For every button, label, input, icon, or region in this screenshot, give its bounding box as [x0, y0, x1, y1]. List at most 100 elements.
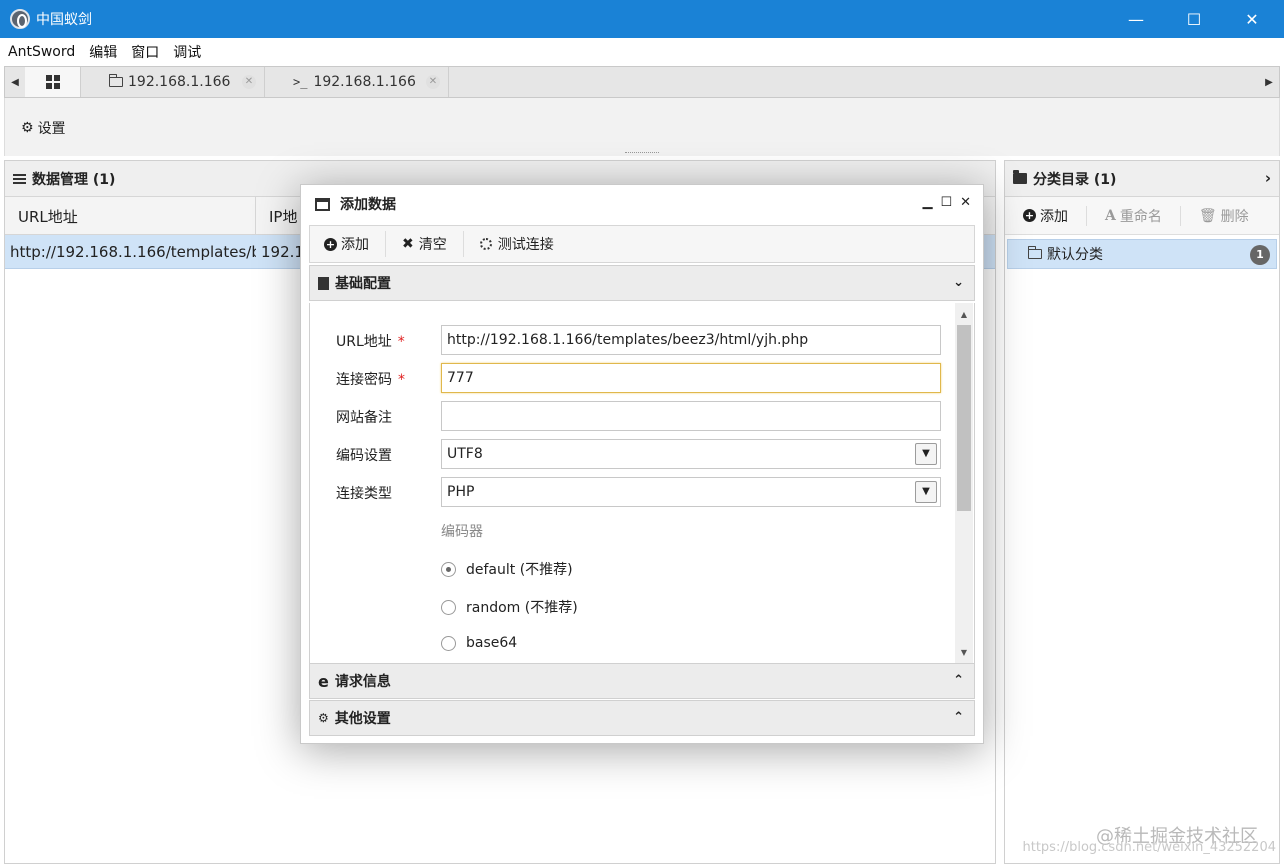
rename-category-button[interactable]: A 重命名 [1105, 206, 1162, 226]
data-panel-title: 数据管理 (1) [32, 171, 116, 188]
tab-close-icon[interactable]: ✕ [426, 75, 440, 89]
column-header-url[interactable]: URL地址 [5, 197, 256, 235]
document-icon [318, 276, 329, 290]
ie-icon: e [318, 671, 329, 691]
clear-button[interactable]: ✖ 清空 [402, 231, 464, 257]
folder-icon [109, 74, 123, 87]
radio-icon[interactable] [441, 635, 456, 651]
chevron-up-icon: ⌃ [953, 710, 964, 725]
dialog-title: 添加数据 [340, 197, 396, 213]
settings-label: 设置 [37, 121, 66, 137]
tab-file-manager[interactable]: 192.168.1.166 ✕ [81, 67, 265, 97]
section-other-settings[interactable]: ⚙ 其他设置 ⌃ [309, 700, 975, 736]
encoder-option-label: base64 [466, 635, 518, 651]
dialog-close-icon[interactable]: ✕ [960, 195, 971, 210]
section-basic-config[interactable]: 基础配置 ⌄ [309, 265, 975, 301]
font-icon: A [1105, 207, 1116, 224]
chevron-up-icon: ⌃ [953, 673, 964, 688]
add-button[interactable]: + 添加 [324, 231, 386, 257]
add-category-label: 添加 [1040, 208, 1068, 225]
type-select[interactable]: PHP ▼ [441, 477, 941, 507]
dialog-title-bar[interactable]: 添加数据 ▁ ☐ ✕ [301, 185, 983, 223]
tab-bar: ◀ 192.168.1.166 ✕ >_ 192.168.1.166 ✕ ▶ [4, 66, 1280, 98]
encoder-option-default[interactable]: default (不推荐) [441, 559, 573, 579]
url-input[interactable]: http://192.168.1.166/templates/beez3/htm… [441, 325, 941, 355]
password-label: 连接密码 * [336, 372, 405, 388]
settings-button[interactable]: ⚙ 设置 [21, 118, 66, 138]
encoder-option-label: random (不推荐) [466, 600, 578, 616]
category-panel-title: 分类目录 (1) [1033, 171, 1117, 188]
encoder-option-base64[interactable]: base64 [441, 635, 517, 651]
category-item-label: 默认分类 [1047, 247, 1103, 263]
menu-edit[interactable]: 编辑 [89, 42, 117, 62]
title-bar: 中国蚁剑 — ☐ ✕ [0, 0, 1284, 38]
form-row-password: 连接密码 * 777 [310, 363, 956, 393]
form-row-note: 网站备注 [310, 401, 956, 431]
test-connection-button[interactable]: 测试连接 [479, 231, 570, 257]
form-row-url: URL地址 * http://192.168.1.166/templates/be… [310, 325, 956, 355]
maximize-button[interactable]: ☐ [1166, 0, 1222, 38]
chevron-down-icon[interactable]: ▼ [915, 481, 937, 503]
type-value: PHP [447, 484, 475, 500]
delete-category-button[interactable]: 🗑 删除 [1199, 206, 1249, 226]
close-button[interactable]: ✕ [1224, 0, 1280, 38]
x-icon: ✖ [402, 236, 414, 252]
tab-terminal[interactable]: >_ 192.168.1.166 ✕ [265, 67, 449, 97]
type-label: 连接类型 [336, 486, 392, 502]
encoding-value: UTF8 [447, 446, 483, 462]
note-input[interactable] [441, 401, 941, 431]
tab-close-icon[interactable]: ✕ [242, 75, 256, 89]
count-badge: 1 [1250, 245, 1270, 265]
encoder-option-random[interactable]: random (不推荐) [441, 597, 578, 617]
dialog-minimize-icon[interactable]: ▁ [922, 195, 932, 210]
form-scrollbar[interactable]: ▲ ▼ [955, 303, 973, 663]
scrollbar-thumb[interactable] [957, 325, 971, 511]
section-request-info[interactable]: e 请求信息 ⌃ [309, 663, 975, 699]
test-connection-label: 测试连接 [497, 237, 554, 253]
divider [1179, 205, 1181, 226]
category-item-default[interactable]: 默认分类 1 [1007, 239, 1277, 269]
radio-icon[interactable] [441, 599, 456, 615]
main-toolbar: ⚙ 设置 [4, 98, 1280, 156]
radio-checked-icon[interactable] [441, 561, 456, 577]
dialog-controls: ▁ ☐ ✕ [922, 195, 971, 210]
section-title: 请求信息 [334, 674, 391, 690]
tab-scroll-right-icon[interactable]: ▶ [1259, 67, 1279, 97]
window-icon [315, 197, 330, 211]
delete-category-label: 删除 [1220, 208, 1249, 225]
encoder-option-label: default (不推荐) [466, 562, 573, 578]
terminal-icon: >_ [293, 75, 308, 89]
tab-label: 192.168.1.166 [128, 74, 231, 90]
chevron-right-icon[interactable]: › [1265, 169, 1271, 187]
menu-antsword[interactable]: AntSword [8, 44, 75, 60]
encoding-select[interactable]: UTF8 ▼ [441, 439, 941, 469]
minimize-button[interactable]: — [1108, 0, 1164, 38]
chevron-down-icon[interactable]: ▼ [915, 443, 937, 465]
folder-icon [1028, 246, 1042, 259]
dialog-maximize-icon[interactable]: ☐ [940, 195, 952, 210]
scroll-up-icon[interactable]: ▲ [955, 307, 973, 323]
menu-debug[interactable]: 调试 [173, 42, 201, 62]
cogs-icon: ⚙ [318, 711, 329, 725]
menu-window[interactable]: 窗口 [131, 42, 159, 62]
list-icon [13, 173, 26, 184]
splitter-handle[interactable] [625, 152, 659, 154]
trash-icon: 🗑 [1198, 207, 1217, 224]
add-label: 添加 [341, 237, 369, 253]
plus-circle-icon: + [324, 237, 337, 251]
tab-home[interactable] [25, 67, 81, 97]
grid-icon [45, 75, 60, 89]
scroll-down-icon[interactable]: ▼ [955, 645, 973, 661]
chevron-down-icon: ⌄ [953, 275, 964, 290]
clear-label: 清空 [418, 237, 447, 253]
gear-icon: ⚙ [21, 120, 34, 136]
tab-label: 192.168.1.166 [313, 74, 416, 90]
tab-scroll-left-icon[interactable]: ◀ [5, 67, 25, 97]
category-panel-header: 分类目录 (1) › [1005, 161, 1279, 197]
add-category-button[interactable]: + 添加 [1023, 206, 1068, 226]
url-label: URL地址 * [336, 334, 405, 350]
password-input[interactable]: 777 [441, 363, 941, 393]
section-title: 基础配置 [335, 276, 391, 292]
form-row-encoding: 编码设置 UTF8 ▼ [310, 439, 956, 469]
rename-category-label: 重命名 [1119, 208, 1162, 225]
